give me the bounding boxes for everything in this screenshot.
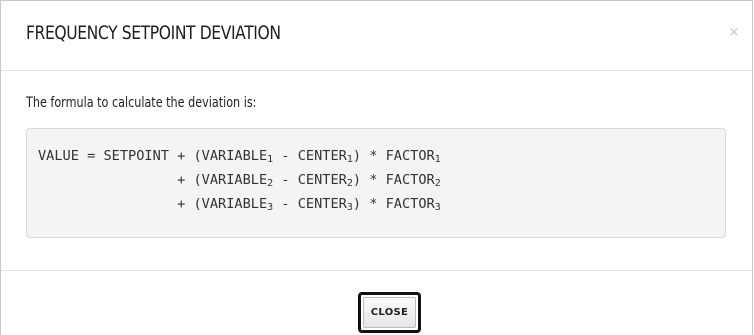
formula-line: + (VARIABLE3 - CENTER3) * FACTOR3 (38, 196, 441, 213)
close-button[interactable]: CLOSE (358, 292, 421, 333)
modal-header: FREQUENCY SETPOINT DEVIATION × (1, 1, 752, 71)
close-button-label: CLOSE (363, 297, 416, 328)
modal-body: The formula to calculate the deviation i… (1, 71, 752, 271)
modal-footer: CLOSE (1, 271, 752, 335)
formula-code-block: VALUE = SETPOINT + (VARIABLE1 - CENTER1)… (26, 128, 726, 238)
modal-title: FREQUENCY SETPOINT DEVIATION (26, 22, 281, 44)
formula-intro-text: The formula to calculate the deviation i… (26, 95, 257, 111)
modal-dialog: FREQUENCY SETPOINT DEVIATION × The formu… (0, 0, 753, 335)
close-icon[interactable]: × (726, 25, 742, 41)
formula-line: + (VARIABLE2 - CENTER2) * FACTOR2 (38, 172, 441, 189)
formula-line: VALUE = SETPOINT + (VARIABLE1 - CENTER1)… (38, 148, 441, 165)
